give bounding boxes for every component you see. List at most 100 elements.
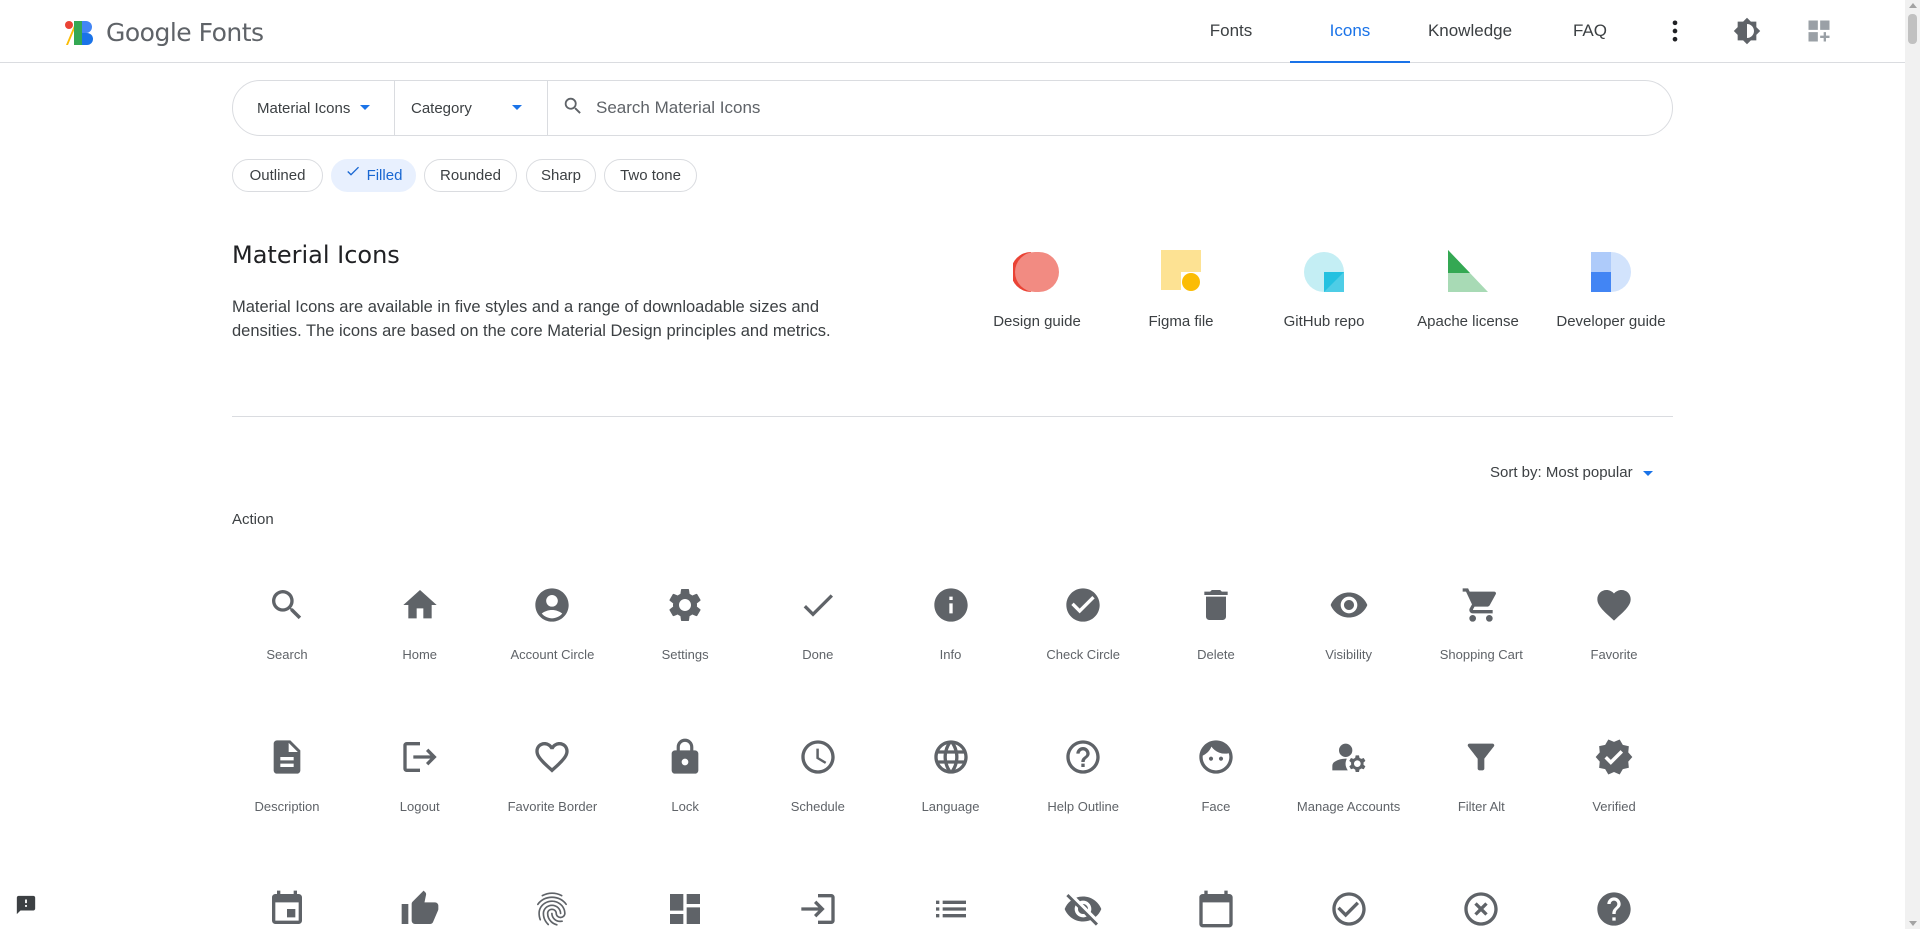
icon-tile-home[interactable]: Home: [360, 585, 480, 663]
google-fonts-logo-mark: [64, 19, 96, 47]
icon-tile-language[interactable]: Language: [891, 737, 1011, 815]
chip-filled[interactable]: Filled: [331, 159, 416, 192]
chip-label: Rounded: [440, 167, 501, 184]
chip-outlined[interactable]: Outlined: [232, 159, 323, 192]
icon-tile-shopping-cart[interactable]: Shopping Cart: [1421, 585, 1541, 663]
scroll-up-arrow-icon[interactable]: [1909, 3, 1917, 8]
icon-tile-label: Verified: [1592, 799, 1636, 814]
search-icon: [227, 585, 347, 625]
account-circle-icon: [492, 585, 612, 625]
figma-file-icon: [1157, 248, 1205, 296]
icon-tile-label: Done: [802, 647, 834, 662]
help-icon: [1554, 889, 1674, 929]
resource-figma-file[interactable]: Figma file: [1116, 248, 1246, 330]
chip-two-tone[interactable]: Two tone: [604, 159, 697, 192]
search-field[interactable]: [548, 80, 1672, 136]
sort-select[interactable]: Sort by: Most popular: [1490, 464, 1653, 481]
lock-icon: [625, 737, 745, 777]
scrollbar-thumb[interactable]: [1908, 14, 1917, 44]
sort-select-value: Sort by: Most popular: [1490, 464, 1633, 481]
more-vert-icon[interactable]: [1661, 17, 1689, 45]
icon-tile-favorite-border[interactable]: Favorite Border: [492, 737, 612, 815]
icon-tile-highlight-off[interactable]: [1421, 889, 1541, 929]
icon-tile-label: Home: [402, 647, 438, 662]
icon-tile-label: Face: [1201, 799, 1231, 814]
help-outline-icon: [1023, 737, 1143, 777]
icon-tile-account-circle[interactable]: Account Circle: [492, 585, 612, 663]
list-icon: [891, 889, 1011, 929]
search-input[interactable]: [596, 98, 1496, 118]
nav-fonts[interactable]: Fonts: [1183, 0, 1279, 63]
dashboard-customize-icon[interactable]: [1805, 17, 1833, 45]
icon-tile-visibility[interactable]: Visibility: [1289, 585, 1409, 663]
icon-tile-calendar-today[interactable]: [1156, 889, 1276, 929]
developer-guide-icon: [1587, 248, 1635, 296]
icon-tile-event[interactable]: [227, 889, 347, 929]
icon-tile-description[interactable]: Description: [227, 737, 347, 815]
icon-tile-favorite[interactable]: Favorite: [1554, 585, 1674, 663]
nav-knowledge[interactable]: Knowledge: [1412, 0, 1528, 63]
favorite-border-icon: [492, 737, 612, 777]
icon-tile-check-circle-outline[interactable]: [1289, 889, 1409, 929]
icon-tile-list[interactable]: [891, 889, 1011, 929]
icon-tile-label: Schedule: [790, 799, 845, 814]
resource-design-guide[interactable]: Design guide: [972, 248, 1102, 330]
icon-tile-label: Account Circle: [510, 647, 595, 662]
icon-tile-label: Visibility: [1325, 647, 1372, 662]
check-circle-outline-icon: [1289, 889, 1409, 929]
icon-tile-thumb-up[interactable]: [360, 889, 480, 929]
category-select-value: Category: [411, 99, 472, 117]
icon-tile-done[interactable]: Done: [758, 585, 878, 663]
icon-tile-help-outline[interactable]: Help Outline: [1023, 737, 1143, 815]
icon-tile-help[interactable]: [1554, 889, 1674, 929]
section-divider: [232, 416, 1673, 417]
event-icon: [227, 889, 347, 929]
highlight-off-icon: [1421, 889, 1541, 929]
chip-rounded[interactable]: Rounded: [424, 159, 517, 192]
check-icon: [345, 159, 361, 190]
resource-apache-license[interactable]: Apache license: [1403, 248, 1533, 330]
icon-tile-settings[interactable]: Settings: [625, 585, 745, 663]
resource-label: Design guide: [993, 313, 1081, 330]
logout-icon: [360, 737, 480, 777]
icon-tile-info[interactable]: Info: [891, 585, 1011, 663]
done-icon: [758, 585, 878, 625]
icon-tile-check-circle[interactable]: Check Circle: [1023, 585, 1143, 663]
resource-developer-guide[interactable]: Developer guide: [1546, 248, 1676, 330]
icon-tile-logout[interactable]: Logout: [360, 737, 480, 815]
icon-tile-label: Delete: [1197, 647, 1235, 662]
icon-tile-filter-alt[interactable]: Filter Alt: [1421, 737, 1541, 815]
visibility-icon: [1289, 585, 1409, 625]
icon-tile-login[interactable]: [758, 889, 878, 929]
icon-tile-dashboard[interactable]: [625, 889, 745, 929]
shopping-cart-icon: [1421, 585, 1541, 625]
icon-tile-manage-accounts[interactable]: Manage Accounts: [1289, 737, 1409, 815]
icon-tile-delete[interactable]: Delete: [1156, 585, 1276, 663]
delete-icon: [1156, 585, 1276, 625]
scroll-down-arrow-icon[interactable]: [1909, 921, 1917, 926]
github-repo-icon: [1300, 248, 1348, 296]
icon-tile-schedule[interactable]: Schedule: [758, 737, 878, 815]
icon-tile-label: Settings: [661, 647, 709, 662]
brightness-icon[interactable]: [1733, 17, 1761, 45]
brand-name: Google Fonts: [106, 18, 264, 47]
google-fonts-logo[interactable]: Google Fonts: [64, 18, 264, 47]
vertical-scrollbar[interactable]: [1905, 0, 1920, 929]
icon-tile-fingerprint[interactable]: [492, 889, 612, 929]
feedback-icon[interactable]: [15, 894, 37, 916]
favorite-icon: [1554, 585, 1674, 625]
visibility-off-icon: [1023, 889, 1143, 929]
resource-github-repo[interactable]: GitHub repo: [1259, 248, 1389, 330]
icon-tile-verified[interactable]: Verified: [1554, 737, 1674, 815]
resource-label: Developer guide: [1556, 313, 1666, 330]
icon-tile-visibility-off[interactable]: [1023, 889, 1143, 929]
category-select[interactable]: Category: [395, 80, 548, 136]
chip-sharp[interactable]: Sharp: [526, 159, 596, 192]
icon-tile-search[interactable]: Search: [227, 585, 347, 663]
nav-icons[interactable]: Icons: [1290, 0, 1410, 63]
nav-faq[interactable]: FAQ: [1540, 0, 1640, 63]
top-app-bar: Google Fonts Fonts Icons Knowledge FAQ: [0, 0, 1905, 63]
icon-set-select[interactable]: Material Icons: [233, 80, 395, 136]
icon-tile-face[interactable]: Face: [1156, 737, 1276, 815]
icon-tile-lock[interactable]: Lock: [625, 737, 745, 815]
